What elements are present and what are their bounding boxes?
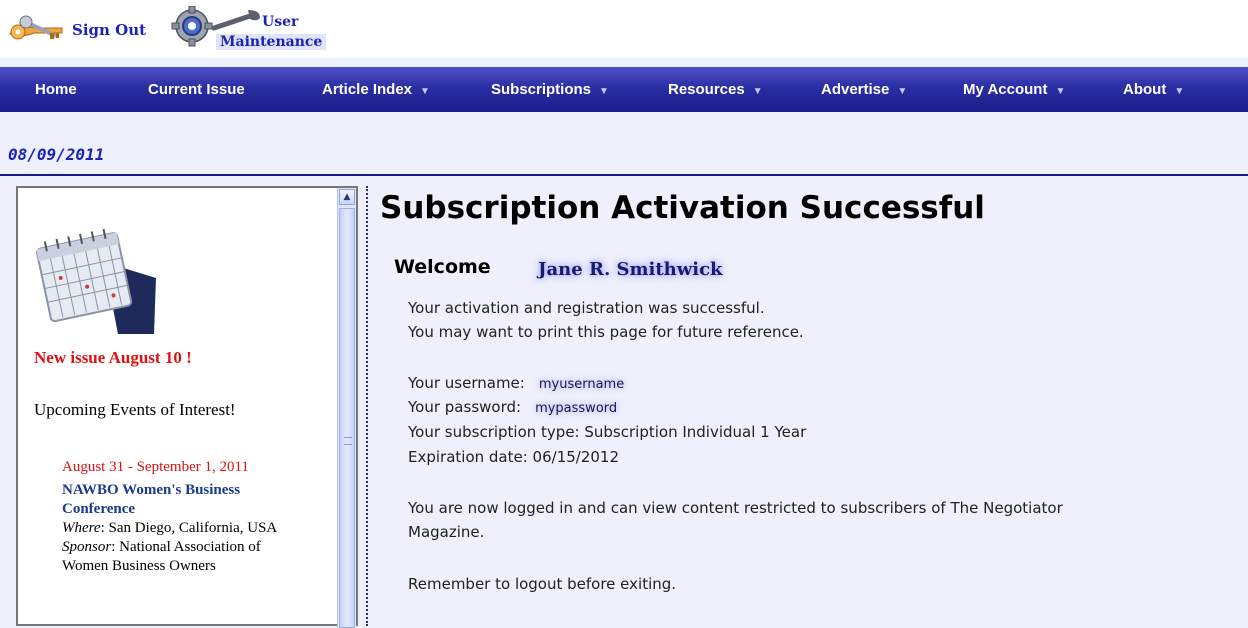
username-value: myusername	[538, 377, 625, 392]
calendar-icon	[34, 222, 158, 334]
nav-item-home[interactable]: Home	[35, 67, 77, 112]
nav-label: Resources	[668, 81, 745, 98]
keys-icon	[6, 12, 66, 48]
chevron-down-icon: ▼	[420, 86, 430, 97]
chevron-down-icon: ▼	[752, 86, 763, 97]
top-header: Sign Out User Maintenance	[0, 0, 1248, 58]
chevron-down-icon: ▼	[897, 86, 908, 97]
expiration-date-text: Expiration date: 06/15/2012	[408, 448, 620, 466]
logged-in-text-line2: Magazine.	[408, 523, 485, 541]
nav-item-current-issue[interactable]: Current Issue	[148, 67, 245, 112]
nav-item-my-account[interactable]: My Account ▼	[963, 67, 1065, 112]
event-sponsor-key: Sponsor	[62, 539, 112, 555]
nav-label: Current Issue	[148, 81, 245, 98]
welcome-label: Welcome	[394, 256, 491, 278]
event-where-key: Where	[62, 520, 101, 536]
user-maintenance-link[interactable]: User Maintenance	[170, 2, 340, 56]
nav-label: About	[1123, 81, 1167, 98]
print-hint-text: You may want to print this page for futu…	[408, 323, 804, 341]
chevron-down-icon: ▼	[599, 86, 609, 97]
event-title-link[interactable]: NAWBO Women's Business Conference	[62, 481, 302, 519]
nav-item-about[interactable]: About ▼	[1123, 67, 1184, 112]
event-sponsor: Sponsor: National Association of Women B…	[62, 538, 302, 576]
chevron-down-icon: ▼	[1174, 86, 1185, 97]
upcoming-events-heading: Upcoming Events of Interest!	[34, 400, 236, 419]
nav-label: Subscriptions	[491, 81, 592, 98]
nav-item-subscriptions[interactable]: Subscriptions ▼	[491, 67, 609, 112]
sidebar-content: New issue August 10 ! Upcoming Events of…	[18, 188, 340, 628]
chevron-down-icon: ▼	[1055, 86, 1066, 97]
event-where: Where: San Diego, California, USA	[62, 519, 302, 538]
sidebar-scrollbar[interactable]: ▲	[337, 188, 356, 628]
nav-label: Advertise	[821, 81, 890, 98]
main-nav-bar: Home Current Issue Article Index ▼ Subscr…	[0, 67, 1248, 112]
activation-success-text: Your activation and registration was suc…	[408, 299, 765, 317]
password-row: Your password: mypassword	[408, 398, 617, 416]
nav-item-advertise[interactable]: Advertise ▼	[821, 67, 907, 112]
grip-icon	[344, 437, 352, 445]
logout-reminder-text: Remember to logout before exiting.	[408, 575, 677, 593]
subscription-type-text: Your subscription type: Subscription Ind…	[408, 423, 807, 441]
user-maintenance-label-line1: User	[262, 14, 299, 30]
nav-label: My Account	[963, 81, 1048, 98]
page-title: Subscription Activation Successful	[380, 190, 985, 226]
event-where-value: : San Diego, California, USA	[100, 520, 278, 536]
sign-out-label: Sign Out	[72, 21, 147, 39]
welcome-user-name: Jane R. Smithwick	[538, 259, 723, 280]
password-value: mypassword	[535, 401, 618, 416]
nav-item-article-index[interactable]: Article Index ▼	[322, 67, 430, 112]
username-label: Your username:	[408, 374, 525, 392]
username-row: Your username: myusername	[408, 374, 624, 392]
scroll-thumb[interactable]	[339, 208, 355, 628]
date-band: 08/09/2011	[0, 112, 1248, 176]
new-issue-notice: New issue August 10 !	[34, 348, 192, 367]
user-maintenance-label-line2: Maintenance	[216, 34, 327, 50]
event-item: August 31 - September 1, 2011 NAWBO Wome…	[62, 458, 302, 576]
password-label: Your password:	[408, 398, 522, 416]
column-divider	[366, 186, 368, 626]
nav-item-resources[interactable]: Resources ▼	[668, 67, 763, 112]
event-date: August 31 - September 1, 2011	[62, 459, 249, 475]
nav-label: Article Index	[322, 81, 413, 98]
sign-out-link[interactable]: Sign Out	[6, 14, 146, 46]
logged-in-text-line1: You are now logged in and can view conte…	[408, 499, 1063, 517]
sidebar-panel: New issue August 10 ! Upcoming Events of…	[16, 186, 358, 628]
nav-label: Home	[35, 81, 77, 98]
current-date: 08/09/2011	[8, 145, 105, 164]
scroll-up-arrow-icon[interactable]: ▲	[339, 189, 355, 205]
